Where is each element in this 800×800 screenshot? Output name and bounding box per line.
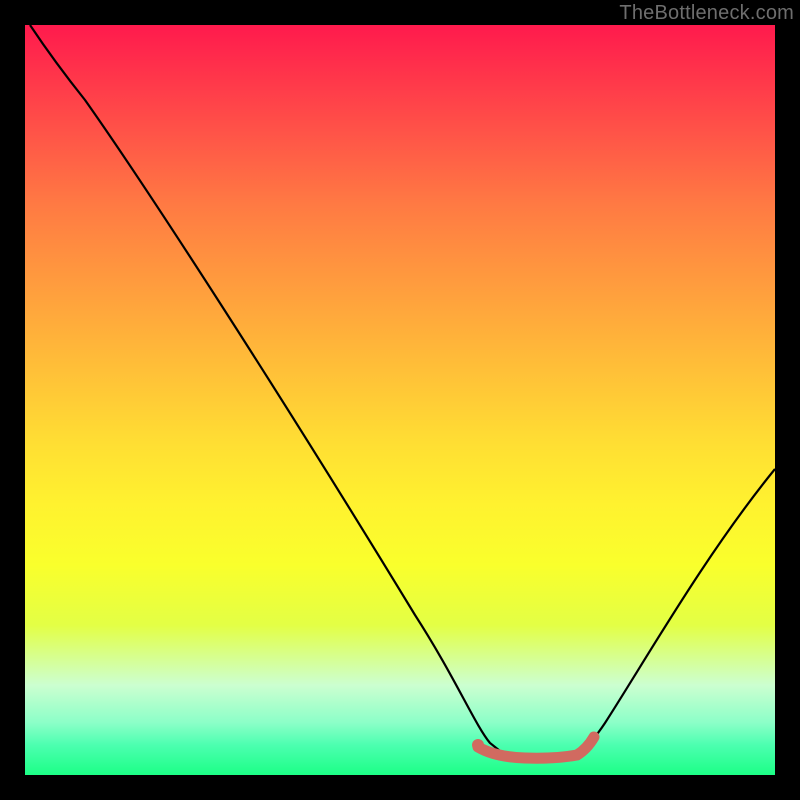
plot-area [25,25,775,775]
watermark-text: TheBottleneck.com [619,2,794,25]
chart-svg [25,25,775,775]
chart-frame: TheBottleneck.com [0,0,800,800]
optimal-indicator-dot [472,739,484,751]
bottleneck-curve-path [30,25,775,756]
